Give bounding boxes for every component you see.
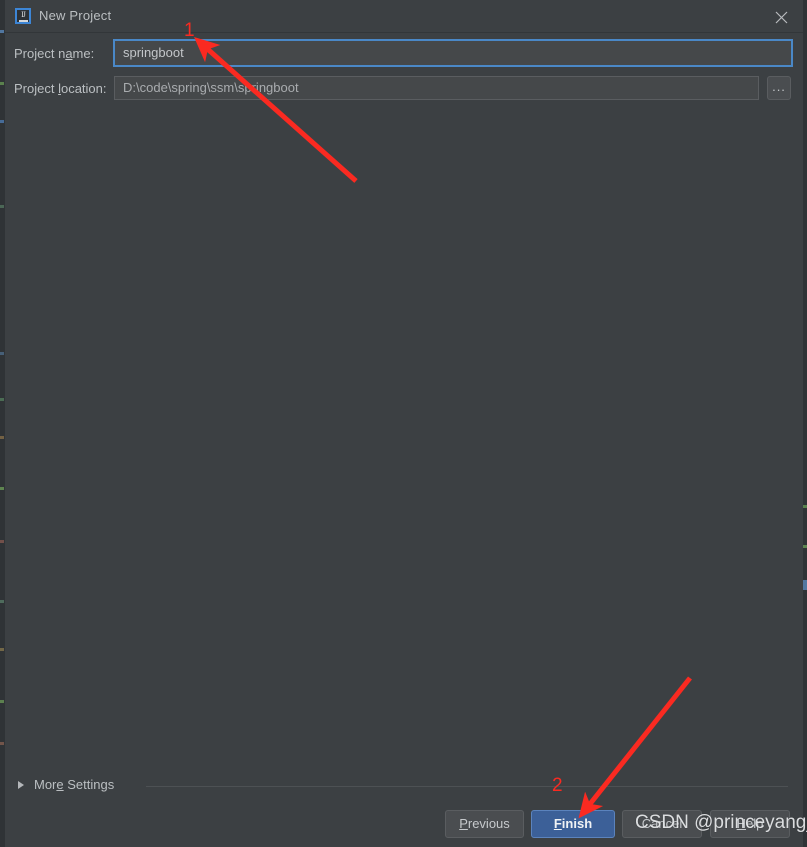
browse-location-button[interactable]: ...: [767, 76, 791, 100]
background-bleed-right: [803, 0, 807, 847]
more-settings-label-text: Mor: [34, 777, 57, 792]
more-settings-section[interactable]: More Settings: [18, 776, 788, 796]
project-location-input[interactable]: D:\code\spring\ssm\springboot: [114, 76, 759, 100]
more-settings-label-suffix: Settings: [63, 777, 115, 792]
annotation-marker-1: 1: [184, 20, 195, 41]
annotation-overlay: [194, 37, 692, 819]
intellij-idea-logo-icon: IJ: [15, 8, 31, 24]
project-name-mnemonic: a: [65, 46, 73, 61]
previous-button-mnemonic: P: [459, 816, 468, 831]
background-bleed-left: [0, 0, 5, 847]
new-project-dialog: IJ New Project Project name: springboot …: [0, 0, 807, 847]
more-settings-label[interactable]: More Settings: [34, 777, 114, 792]
close-icon[interactable]: [759, 0, 803, 31]
chevron-right-icon[interactable]: [18, 781, 24, 789]
project-name-label-text: Project n: [14, 46, 66, 61]
finish-button[interactable]: Finish: [531, 810, 615, 838]
finish-button-mnemonic: F: [553, 816, 562, 831]
window-title: New Project: [39, 8, 112, 23]
previous-button[interactable]: Previous: [445, 810, 524, 838]
more-settings-mnemonic: e: [56, 777, 64, 792]
project-name-label: Project name:: [14, 46, 94, 61]
project-location-label-text: Project: [14, 81, 59, 96]
finish-button-label: inish: [561, 816, 593, 831]
project-name-label-suffix: me:: [72, 46, 95, 61]
more-settings-separator: [146, 786, 788, 787]
project-location-label-suffix: ocation:: [60, 81, 107, 96]
project-name-value: springboot: [123, 45, 184, 60]
ellipsis-icon: ...: [772, 79, 786, 94]
previous-button-label: revious: [467, 816, 510, 831]
close-glyph: [775, 11, 788, 24]
project-location-label: Project location:: [14, 81, 107, 96]
csdn-watermark: CSDN @princeyang_: [635, 812, 807, 833]
project-location-value: D:\code\spring\ssm\springboot: [123, 80, 299, 95]
annotation-marker-2: 2: [552, 775, 563, 796]
title-bar: IJ New Project: [5, 0, 803, 33]
project-name-input[interactable]: springboot: [113, 39, 793, 67]
